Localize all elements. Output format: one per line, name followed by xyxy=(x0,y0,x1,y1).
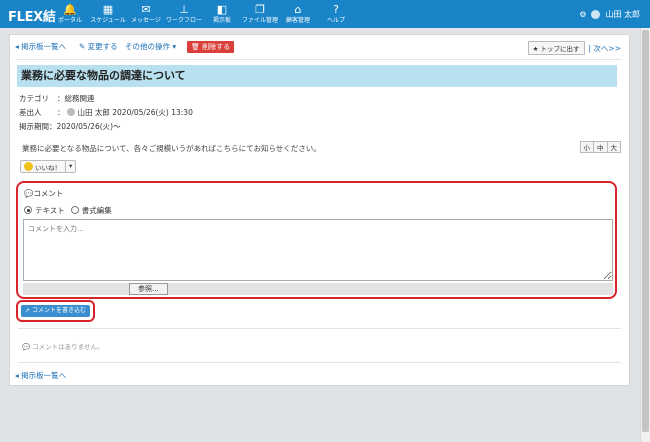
attachment-bar: 参照... xyxy=(23,283,613,295)
empty-comments-text: 💬 コメントはありません。 xyxy=(22,343,104,351)
mail-icon: ✉ xyxy=(141,3,151,16)
radio-text-mode[interactable]: テキスト xyxy=(24,205,65,216)
chevron-down-icon: ▾ xyxy=(170,42,177,51)
nav-workflow[interactable]: ⊥ ワークフロー xyxy=(164,3,204,25)
files-icon: ❐ xyxy=(255,3,265,16)
font-size-small-button[interactable]: 小 xyxy=(579,141,594,153)
meta-sender: 差出人：山田 太郎 2020/05/26(火) 13:30 xyxy=(19,108,193,117)
divider xyxy=(18,328,621,329)
send-icon: ➚ xyxy=(25,307,32,314)
font-size-large-button[interactable]: 大 xyxy=(606,141,621,153)
bulletin-detail-panel: ◂ 掲示板一覧へ ✎ 変更する その他の操作 ▾ 🗑 削除する ★ トップに出す… xyxy=(9,34,630,386)
comment-icon: 💬 xyxy=(24,189,34,198)
page-scrollbar[interactable] xyxy=(640,28,650,442)
toolbar-right: ★ トップに出す | 次へ>> xyxy=(527,41,622,55)
post-comment-highlight: ➚ コメントを書き込む xyxy=(16,300,95,322)
radio-checked-icon xyxy=(24,206,32,214)
font-size-medium-button[interactable]: 中 xyxy=(593,141,608,153)
customer-icon: ⌂ xyxy=(294,3,302,16)
nav-schedule[interactable]: ▦ スケジュール xyxy=(88,3,128,25)
chevron-down-icon[interactable]: ▾ xyxy=(65,161,75,172)
divider xyxy=(18,362,621,363)
more-actions-dropdown[interactable]: その他の操作 ▾ xyxy=(125,41,176,52)
nav-help[interactable]: ? ヘルプ xyxy=(316,3,356,25)
font-size-switcher: 小 中 大 xyxy=(579,141,621,153)
post-body: 業務に必要となる物品について、各々ご規模いうがあればこちらにてお知らせください。 xyxy=(22,144,321,153)
help-icon: ? xyxy=(333,3,339,16)
next-link[interactable]: | 次へ>> xyxy=(589,43,622,54)
comment-icon: 💬 xyxy=(22,343,33,351)
radio-unchecked-icon xyxy=(70,206,79,214)
user-name: 山田 太郎 xyxy=(605,10,640,19)
top-navbar: FLEX結 🔔 ポータル ▦ スケジュール ✉ メッセージ ⊥ ワークフロー ◧… xyxy=(0,0,650,28)
delete-button[interactable]: 🗑 削除する xyxy=(187,41,235,53)
nav-message[interactable]: ✉ メッセージ xyxy=(126,3,166,25)
meta-category: カテゴリ ：総務関連 xyxy=(19,94,95,103)
avatar xyxy=(591,10,601,19)
app-logo[interactable]: FLEX結 xyxy=(8,6,56,25)
divider xyxy=(15,59,621,60)
edit-link[interactable]: ✎ 変更する xyxy=(79,41,118,52)
nav-files[interactable]: ❐ ファイル管理 xyxy=(240,3,280,25)
bulletin-icon: ◧ xyxy=(216,3,228,16)
browse-button[interactable]: 参照... xyxy=(129,283,168,295)
bell-icon: 🔔 xyxy=(63,3,77,16)
comment-input[interactable] xyxy=(23,219,613,281)
workflow-icon: ⊥ xyxy=(179,3,189,16)
scrollbar-thumb[interactable] xyxy=(642,30,649,432)
nav-portal[interactable]: 🔔 ポータル xyxy=(50,3,90,25)
star-icon: ★ xyxy=(532,45,541,53)
meta-period: 掲示期間：2020/05/26(火)〜 xyxy=(19,122,121,131)
comment-form: 💬コメント テキスト 書式編集 参照... xyxy=(16,181,617,299)
action-toolbar: ◂ 掲示板一覧へ ✎ 変更する その他の操作 ▾ 🗑 削除する ★ トップに出す… xyxy=(15,41,621,55)
edit-icon: ✎ xyxy=(79,42,88,51)
settings-icon[interactable]: ⚙ xyxy=(579,10,586,19)
pin-to-top-button[interactable]: ★ トップに出す xyxy=(527,41,585,55)
calendar-icon: ▦ xyxy=(102,3,114,16)
smiley-icon xyxy=(24,162,33,171)
avatar xyxy=(66,108,75,116)
trash-icon: 🗑 xyxy=(191,43,203,51)
post-comment-button[interactable]: ➚ コメントを書き込む xyxy=(21,305,90,317)
back-to-list-link[interactable]: ◂ 掲示板一覧へ xyxy=(15,41,66,52)
comment-mode-radios: テキスト 書式編集 xyxy=(24,205,112,216)
user-menu[interactable]: ⚙ 山田 太郎 xyxy=(579,9,640,20)
nav-customer[interactable]: ⌂ 顧客管理 xyxy=(278,3,318,25)
back-to-list-link-bottom[interactable]: ◂ 掲示板一覧へ xyxy=(15,370,66,381)
nav-bulletin[interactable]: ◧ 掲示板 xyxy=(202,3,242,25)
radio-rich-mode[interactable]: 書式編集 xyxy=(70,205,112,216)
page-title: 業務に必要な物品の調達について xyxy=(17,65,617,87)
comment-heading: 💬コメント xyxy=(24,189,64,198)
like-button[interactable]: いいね！ ▾ xyxy=(20,160,77,173)
